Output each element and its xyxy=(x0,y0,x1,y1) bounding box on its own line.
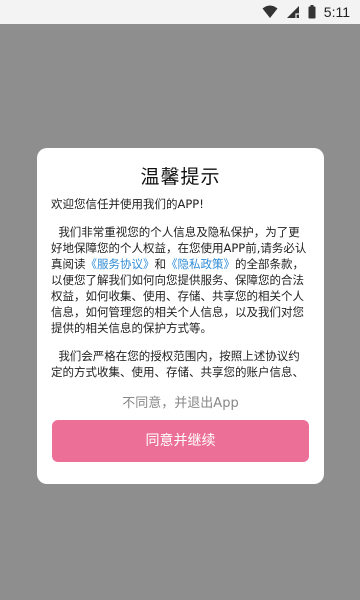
wifi-icon xyxy=(262,5,278,19)
privacy-dialog: 温馨提示 欢迎您信任并使用我们的APP! 我们非常重视您的个人信息及隐私保护，为… xyxy=(37,148,324,484)
agree-continue-button[interactable]: 同意并继续 xyxy=(52,420,309,462)
dialog-title: 温馨提示 xyxy=(140,166,221,188)
paragraph-privacy-importance: 我们非常重视您的个人信息及隐私保护，为了更好地保障您的个人权益，在您使用APP前… xyxy=(51,224,311,336)
paragraph2-text: 我们会严格在您的授权范围内，按照上述协议约定的方式收集、使用、存储、共享您的账户… xyxy=(51,349,304,379)
battery-icon xyxy=(308,5,316,19)
disagree-exit-button[interactable]: 不同意，并退出App xyxy=(37,392,324,411)
status-bar: 5:11 xyxy=(0,0,360,24)
privacy-policy-link[interactable]: 《隐私政策》 xyxy=(166,257,235,271)
dialog-body: 欢迎您信任并使用我们的APP! 我们非常重视您的个人信息及隐私保护，为了更好地保… xyxy=(51,196,311,392)
paragraph-authorization: 我们会严格在您的授权范围内，按照上述协议约定的方式收集、使用、存储、共享您的账户… xyxy=(51,348,311,380)
service-agreement-link[interactable]: 《服务协议》 xyxy=(86,257,155,271)
signal-icon xyxy=(286,5,300,19)
and-text: 和 xyxy=(154,257,167,271)
status-time: 5:11 xyxy=(323,4,350,20)
status-icons: 5:11 xyxy=(262,3,350,21)
greeting-text: 欢迎您信任并使用我们的APP! xyxy=(51,197,204,211)
